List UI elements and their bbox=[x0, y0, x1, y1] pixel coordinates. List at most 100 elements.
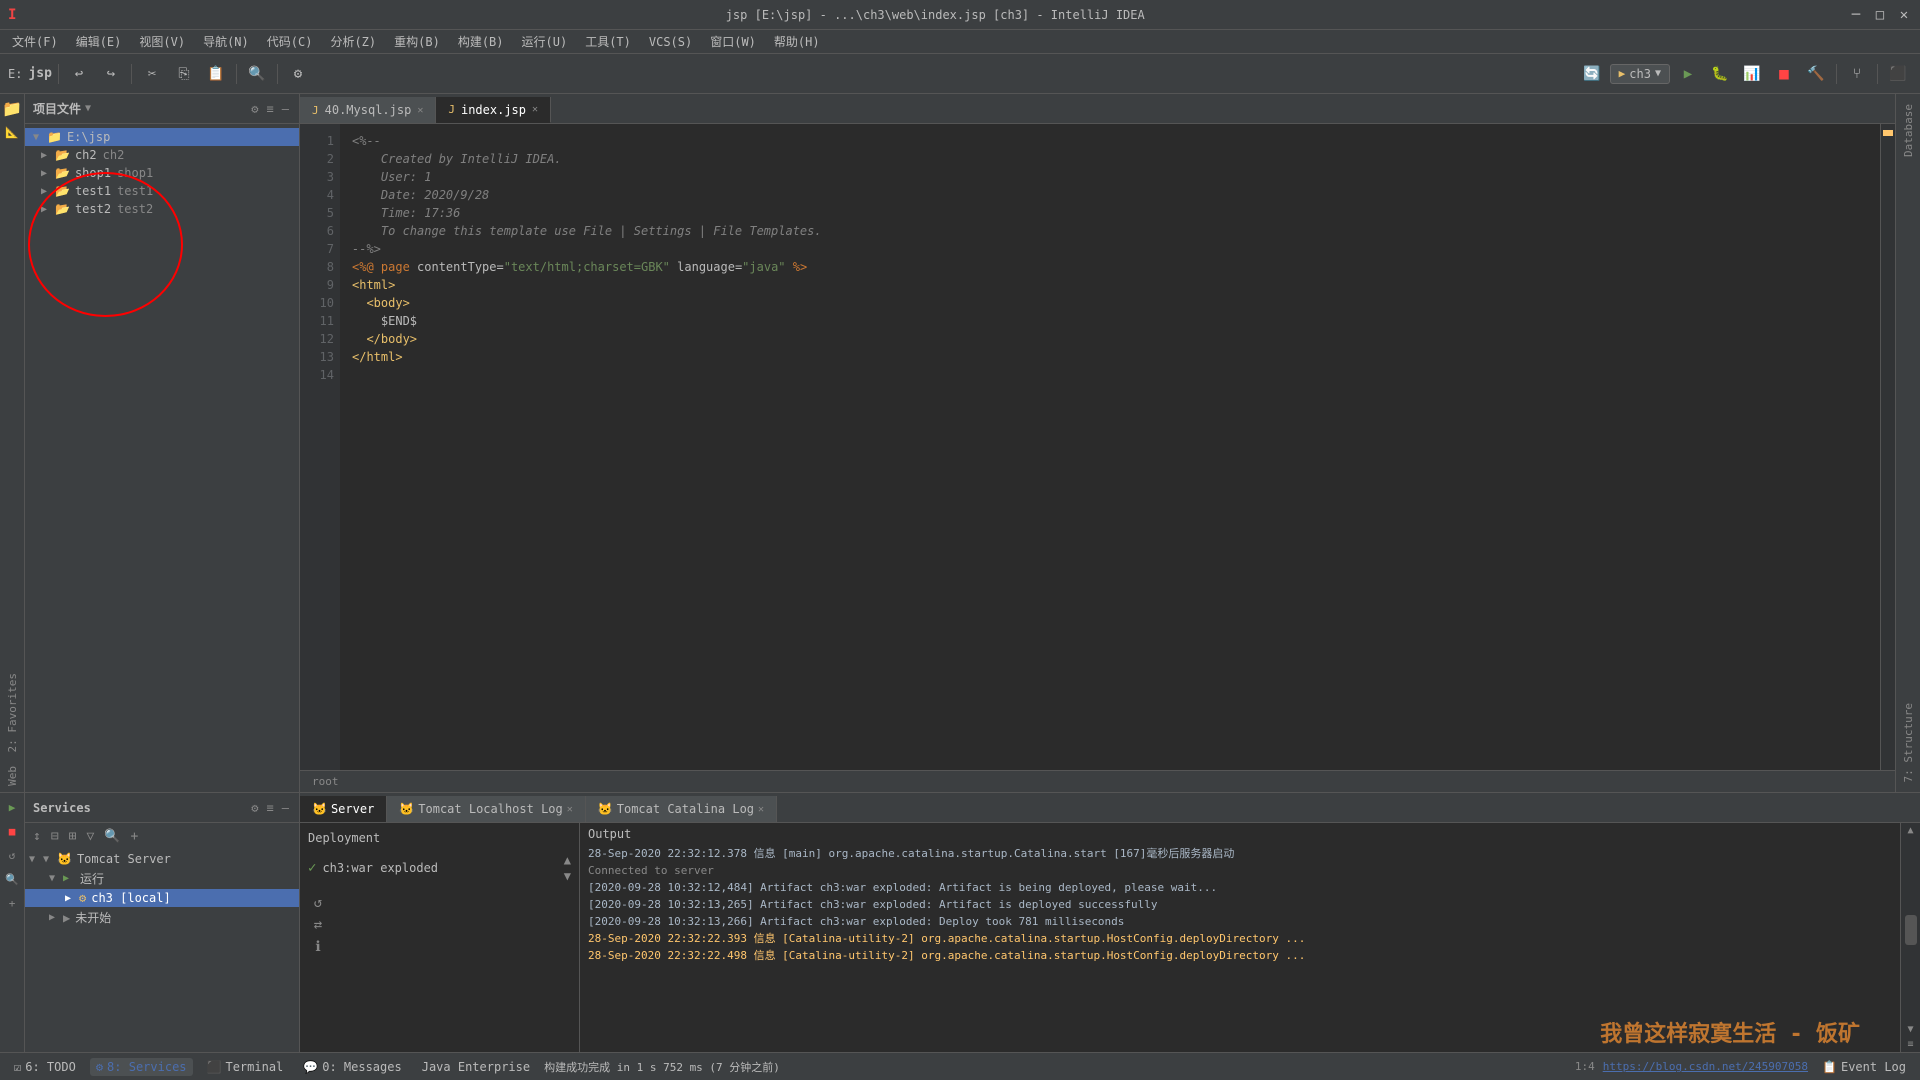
svc-settings-icon[interactable]: ⚙ bbox=[249, 799, 260, 817]
undo-button[interactable]: ↩ bbox=[65, 60, 93, 88]
event-log-btn[interactable]: 📋 Event Log bbox=[1816, 1058, 1912, 1076]
tree-item-1[interactable]: ▶📂ch2ch2 bbox=[25, 146, 299, 164]
minimize-button[interactable]: ─ bbox=[1848, 7, 1864, 23]
services-tab-1[interactable]: 🐱Tomcat Localhost Log✕ bbox=[387, 796, 585, 822]
menu-item-n[interactable]: 导航(N) bbox=[195, 31, 257, 52]
project-sidebar-icon[interactable]: 📁 bbox=[2, 98, 22, 118]
java-enterprise-tab[interactable]: Java Enterprise bbox=[416, 1058, 536, 1076]
deploy-info-btn[interactable]: ℹ bbox=[308, 937, 328, 957]
editor-tab-0[interactable]: J40.Mysql.jsp✕ bbox=[300, 97, 436, 123]
deploy-down-btn[interactable]: ▼ bbox=[564, 869, 571, 883]
deploy-sync-btn[interactable]: ⇄ bbox=[308, 915, 328, 935]
tab-close-0[interactable]: ✕ bbox=[417, 105, 423, 116]
deploy-up-btn[interactable]: ▲ bbox=[564, 853, 571, 867]
services-tab-2[interactable]: 🐱Tomcat Catalina Log✕ bbox=[586, 796, 777, 822]
web-label[interactable]: Web bbox=[4, 760, 21, 792]
menu-item-t[interactable]: 工具(T) bbox=[577, 31, 639, 52]
structure-icon[interactable]: 📐 bbox=[2, 122, 22, 142]
code-line-12[interactable]: </body> bbox=[352, 330, 1868, 348]
code-line-9[interactable]: <html> bbox=[352, 276, 1868, 294]
build-button[interactable]: 🔨 bbox=[1802, 60, 1830, 88]
svc-group-btn[interactable]: ⊞ bbox=[65, 827, 81, 846]
maximize-button[interactable]: □ bbox=[1872, 7, 1888, 23]
svc-search-btn[interactable]: 🔍 bbox=[100, 827, 124, 846]
run-config-selector[interactable]: ▶ ch3 ▼ bbox=[1610, 64, 1670, 84]
code-line-5[interactable]: Time: 17:36 bbox=[352, 204, 1868, 222]
services-tab-0[interactable]: 🐱Server bbox=[300, 796, 387, 822]
sync-icon[interactable]: 🔄 bbox=[1578, 60, 1606, 88]
svc-run-icon[interactable]: ▶ bbox=[2, 797, 22, 817]
debug-button[interactable]: 🐛 bbox=[1706, 60, 1734, 88]
scroll-bottom-btn[interactable]: ▼ bbox=[1907, 1024, 1913, 1035]
output-wrap-btn[interactable]: ≡ bbox=[1907, 1039, 1913, 1050]
menu-item-h[interactable]: 帮助(H) bbox=[766, 31, 828, 52]
git-button[interactable]: ⑂ bbox=[1843, 60, 1871, 88]
menu-item-v[interactable]: 视图(V) bbox=[131, 31, 193, 52]
deploy-arrows[interactable]: ▲ ▼ bbox=[564, 853, 571, 883]
code-line-11[interactable]: $END$ bbox=[352, 312, 1868, 330]
paste-button[interactable]: 📋 bbox=[202, 60, 230, 88]
menu-item-b[interactable]: 重构(B) bbox=[386, 31, 448, 52]
panel-settings-icon[interactable]: ⚙ bbox=[249, 100, 260, 118]
running-item[interactable]: ▼ ▶ 运行 bbox=[25, 868, 299, 889]
messages-tab[interactable]: 💬 0: Messages bbox=[297, 1058, 407, 1076]
tree-item-0[interactable]: ▼📁E:\jsp bbox=[25, 128, 299, 146]
svc-minimize-icon[interactable]: — bbox=[280, 799, 291, 817]
services-tab[interactable]: ⚙ 8: Services bbox=[90, 1058, 193, 1076]
menu-item-b[interactable]: 构建(B) bbox=[450, 31, 512, 52]
menu-item-f[interactable]: 文件(F) bbox=[4, 31, 66, 52]
svc-filter-services-btn[interactable]: ▽ bbox=[82, 827, 98, 846]
svc-stop-icon[interactable]: ■ bbox=[2, 821, 22, 841]
code-line-1[interactable]: <%-- bbox=[352, 132, 1868, 150]
blog-link[interactable]: https://blog.csdn.net/245907058 bbox=[1603, 1060, 1808, 1073]
svc-plus-icon[interactable]: + bbox=[2, 893, 22, 913]
code-line-6[interactable]: To change this template use File | Setti… bbox=[352, 222, 1868, 240]
menu-item-z[interactable]: 分析(Z) bbox=[322, 31, 384, 52]
editor-tab-1[interactable]: Jindex.jsp✕ bbox=[436, 97, 551, 123]
terminal-tab[interactable]: ⬛ Terminal bbox=[201, 1058, 290, 1076]
coverage-button[interactable]: 📊 bbox=[1738, 60, 1766, 88]
scroll-top-btn[interactable]: ▲ bbox=[1907, 825, 1913, 836]
database-label[interactable]: Database bbox=[1900, 98, 1917, 163]
svc-options-icon[interactable]: ≡ bbox=[265, 799, 276, 817]
svc-collapse-btn[interactable]: ⊟ bbox=[47, 827, 63, 846]
svc-restart-icon[interactable]: ↺ bbox=[2, 845, 22, 865]
svc-expand-all-btn[interactable]: ↕ bbox=[29, 827, 45, 846]
code-line-2[interactable]: Created by IntelliJ IDEA. bbox=[352, 150, 1868, 168]
copy-button[interactable]: ⎘ bbox=[170, 60, 198, 88]
tree-item-2[interactable]: ▶📂shop1shop1 bbox=[25, 164, 299, 182]
code-line-4[interactable]: Date: 2020/9/28 bbox=[352, 186, 1868, 204]
favorites-label[interactable]: 2: Favorites bbox=[4, 667, 21, 758]
run-button[interactable]: ▶ bbox=[1674, 60, 1702, 88]
menu-item-vcss[interactable]: VCS(S) bbox=[641, 33, 700, 51]
svc-add-service-btn[interactable]: + bbox=[127, 827, 143, 846]
code-line-13[interactable]: </html> bbox=[352, 348, 1868, 366]
svc-filter-icon[interactable]: 🔍 bbox=[2, 869, 22, 889]
tab-close-1[interactable]: ✕ bbox=[532, 104, 538, 115]
terminal-button[interactable]: ⬛ bbox=[1884, 60, 1912, 88]
menu-item-w[interactable]: 窗口(W) bbox=[702, 31, 764, 52]
code-line-7[interactable]: --%> bbox=[352, 240, 1868, 258]
todo-tab[interactable]: ☑ 6: TODO bbox=[8, 1058, 82, 1076]
deploy-refresh-btn[interactable]: ↺ bbox=[308, 893, 328, 913]
output-scrollbar-thumb[interactable] bbox=[1905, 915, 1917, 945]
svc-tab-close-2[interactable]: ✕ bbox=[758, 804, 764, 815]
panel-minimize-icon[interactable]: — bbox=[280, 100, 291, 118]
svc-tab-close-1[interactable]: ✕ bbox=[567, 804, 573, 815]
menu-item-c[interactable]: 代码(C) bbox=[259, 31, 321, 52]
menu-item-u[interactable]: 运行(U) bbox=[514, 31, 576, 52]
redo-button[interactable]: ↪ bbox=[97, 60, 125, 88]
settings-button[interactable]: ⚙ bbox=[284, 60, 312, 88]
gradle-label[interactable]: 7: Structure bbox=[1900, 697, 1917, 788]
tree-item-3[interactable]: ▶📂test1test1 bbox=[25, 182, 299, 200]
ch3-local-item[interactable]: ▶ ⚙ ch3 [local] bbox=[25, 889, 299, 907]
code-content[interactable]: <%-- Created by IntelliJ IDEA. User: 1 D… bbox=[340, 124, 1880, 770]
close-button[interactable]: ✕ bbox=[1896, 7, 1912, 23]
code-line-3[interactable]: User: 1 bbox=[352, 168, 1868, 186]
code-editor[interactable]: 1234567891011121314 <%-- Created by Inte… bbox=[300, 124, 1895, 770]
search-button[interactable]: 🔍 bbox=[243, 60, 271, 88]
not-started-item[interactable]: ▶ ▶ 未开始 bbox=[25, 907, 299, 928]
menu-item-e[interactable]: 编辑(E) bbox=[68, 31, 130, 52]
tree-item-4[interactable]: ▶📂test2test2 bbox=[25, 200, 299, 218]
tomcat-server-item[interactable]: ▼ ▼ 🐱 Tomcat Server bbox=[25, 850, 299, 868]
